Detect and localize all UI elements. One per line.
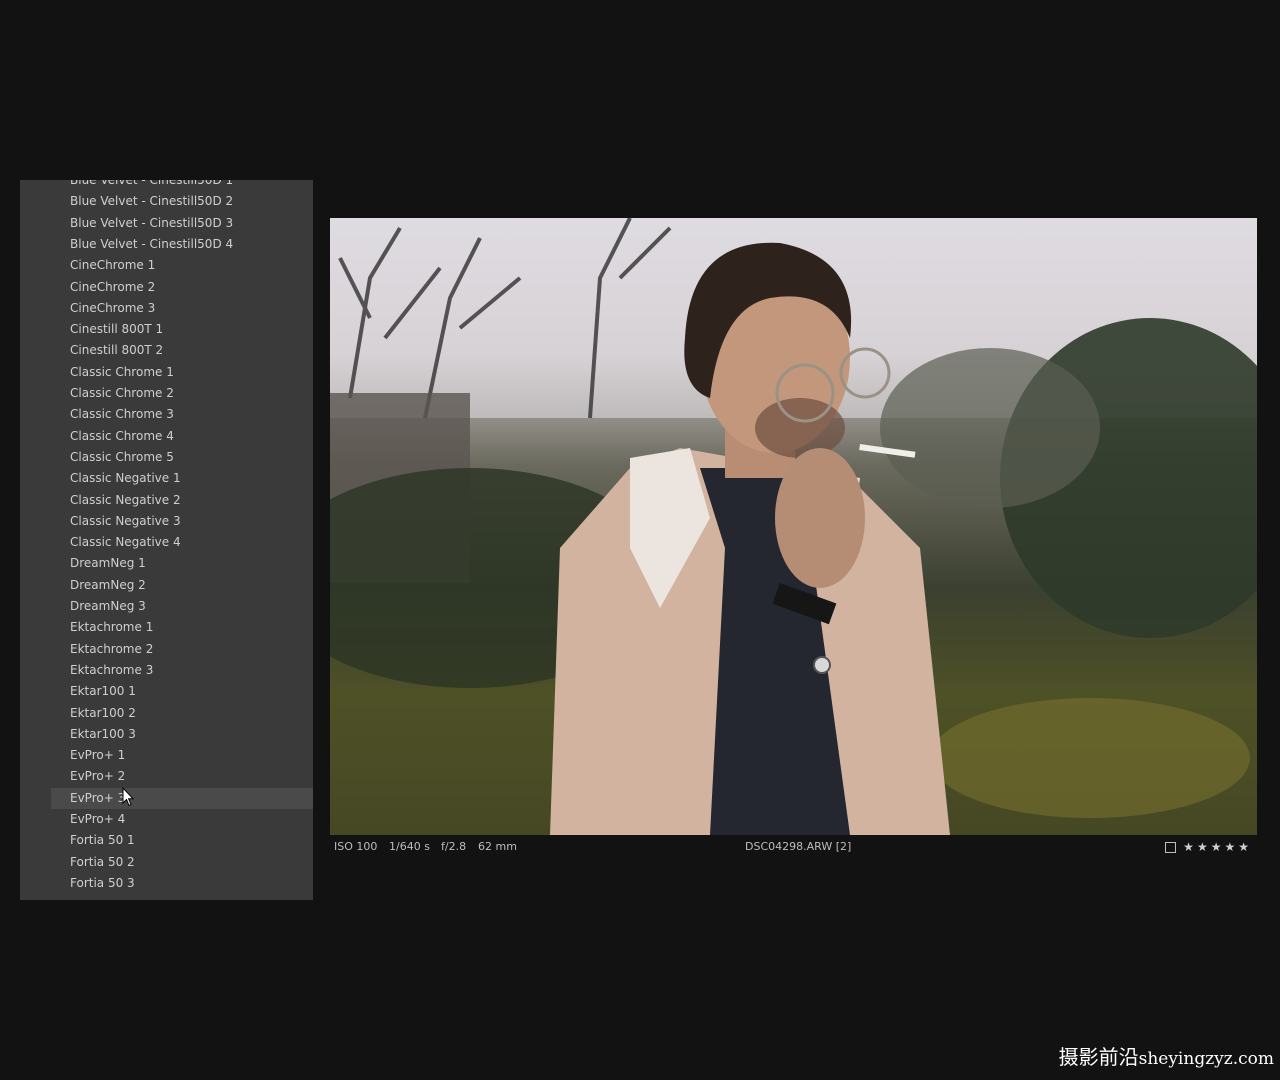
star-icon[interactable]: ★ — [1183, 838, 1194, 856]
preset-item[interactable]: Ektar100 1 — [51, 681, 313, 702]
preset-item[interactable]: Fortia 50 3 — [51, 873, 313, 894]
preset-item[interactable]: Ektachrome 3 — [51, 660, 313, 681]
preset-item[interactable]: Classic Chrome 1 — [51, 362, 313, 383]
preset-item[interactable]: Classic Negative 4 — [51, 532, 313, 553]
preset-item[interactable]: CineChrome 1 — [51, 255, 313, 276]
preset-item[interactable]: EvPro+ 2 — [51, 766, 313, 787]
preset-item[interactable]: Ektar100 3 — [51, 724, 313, 745]
preset-item[interactable]: Classic Negative 2 — [51, 490, 313, 511]
photo-preview[interactable] — [330, 218, 1257, 835]
shutter-speed: 1/640 s — [389, 840, 430, 853]
watermark-latin: sheyingzyz.com — [1138, 1049, 1274, 1069]
file-name: DSC04298.ARW [2] — [745, 840, 852, 853]
preset-item[interactable]: CineChrome 2 — [51, 277, 313, 298]
preset-item[interactable]: Blue Velvet - Cinestill50D 3 — [51, 213, 313, 234]
focal-length: 62 mm — [478, 840, 517, 853]
site-watermark: 摄影前沿sheyingzyz.com — [1059, 1041, 1274, 1070]
star-icon[interactable]: ★ — [1211, 838, 1222, 856]
preset-item[interactable]: EvPro+ 4 — [51, 809, 313, 830]
preset-item[interactable]: Blue Velvet - Cinestill50D 2 — [51, 191, 313, 212]
preset-item[interactable]: Cinestill 800T 2 — [51, 340, 313, 361]
preset-item[interactable]: Blue Velvet - Cinestill50D 4 — [51, 234, 313, 255]
rating-control[interactable]: ★ ★ ★ ★ ★ — [1165, 838, 1249, 856]
star-icon[interactable]: ★ — [1238, 838, 1249, 856]
preset-item[interactable]: CineChrome 3 — [51, 298, 313, 319]
preset-item[interactable]: Classic Negative 1 — [51, 468, 313, 489]
star-icon[interactable]: ★ — [1197, 838, 1208, 856]
preset-item[interactable]: EvPro+ 1 — [51, 745, 313, 766]
preset-item[interactable]: Classic Chrome 5 — [51, 447, 313, 468]
preset-item[interactable]: DreamNeg 2 — [51, 575, 313, 596]
aperture-value: f/2.8 — [441, 840, 467, 853]
preset-item[interactable]: DreamNeg 1 — [51, 553, 313, 574]
preset-dropdown-list[interactable]: Blue Velvet - Cinestill50D 1 Blue Velvet … — [20, 180, 313, 900]
mouse-cursor-icon — [122, 787, 134, 807]
star-icon[interactable]: ★ — [1224, 838, 1235, 856]
portrait-photo — [330, 218, 1257, 835]
color-label-checkbox[interactable] — [1165, 841, 1177, 853]
app-window: Blue Velvet - Cinestill50D 1 Blue Velvet … — [0, 0, 1280, 1080]
preset-item[interactable]: Classic Chrome 3 — [51, 404, 313, 425]
preset-item[interactable]: Cinestill 800T 1 — [51, 319, 313, 340]
preset-item[interactable]: Ektar100 2 — [51, 703, 313, 724]
preset-item[interactable]: Ektachrome 1 — [51, 617, 313, 638]
preset-item[interactable]: Ektachrome 2 — [51, 639, 313, 660]
preset-item[interactable]: Fortia 50 1 — [51, 830, 313, 851]
iso-value: ISO 100 — [334, 840, 378, 853]
preset-item[interactable]: Blue Velvet - Cinestill50D 1 — [51, 180, 313, 191]
preset-item[interactable]: DreamNeg 3 — [51, 596, 313, 617]
preset-item[interactable]: Classic Chrome 2 — [51, 383, 313, 404]
preset-item[interactable]: Fortia 50 2 — [51, 852, 313, 873]
preset-item[interactable]: Classic Negative 3 — [51, 511, 313, 532]
preset-item[interactable]: EvPro+ 3 — [51, 787, 313, 809]
watermark-cn: 摄影前沿 — [1058, 1045, 1139, 1069]
preset-item[interactable]: Classic Chrome 4 — [51, 426, 313, 447]
image-info-bar: ISO 100 1/640 s f/2.8 62 mm DSC04298.ARW… — [330, 838, 1257, 858]
